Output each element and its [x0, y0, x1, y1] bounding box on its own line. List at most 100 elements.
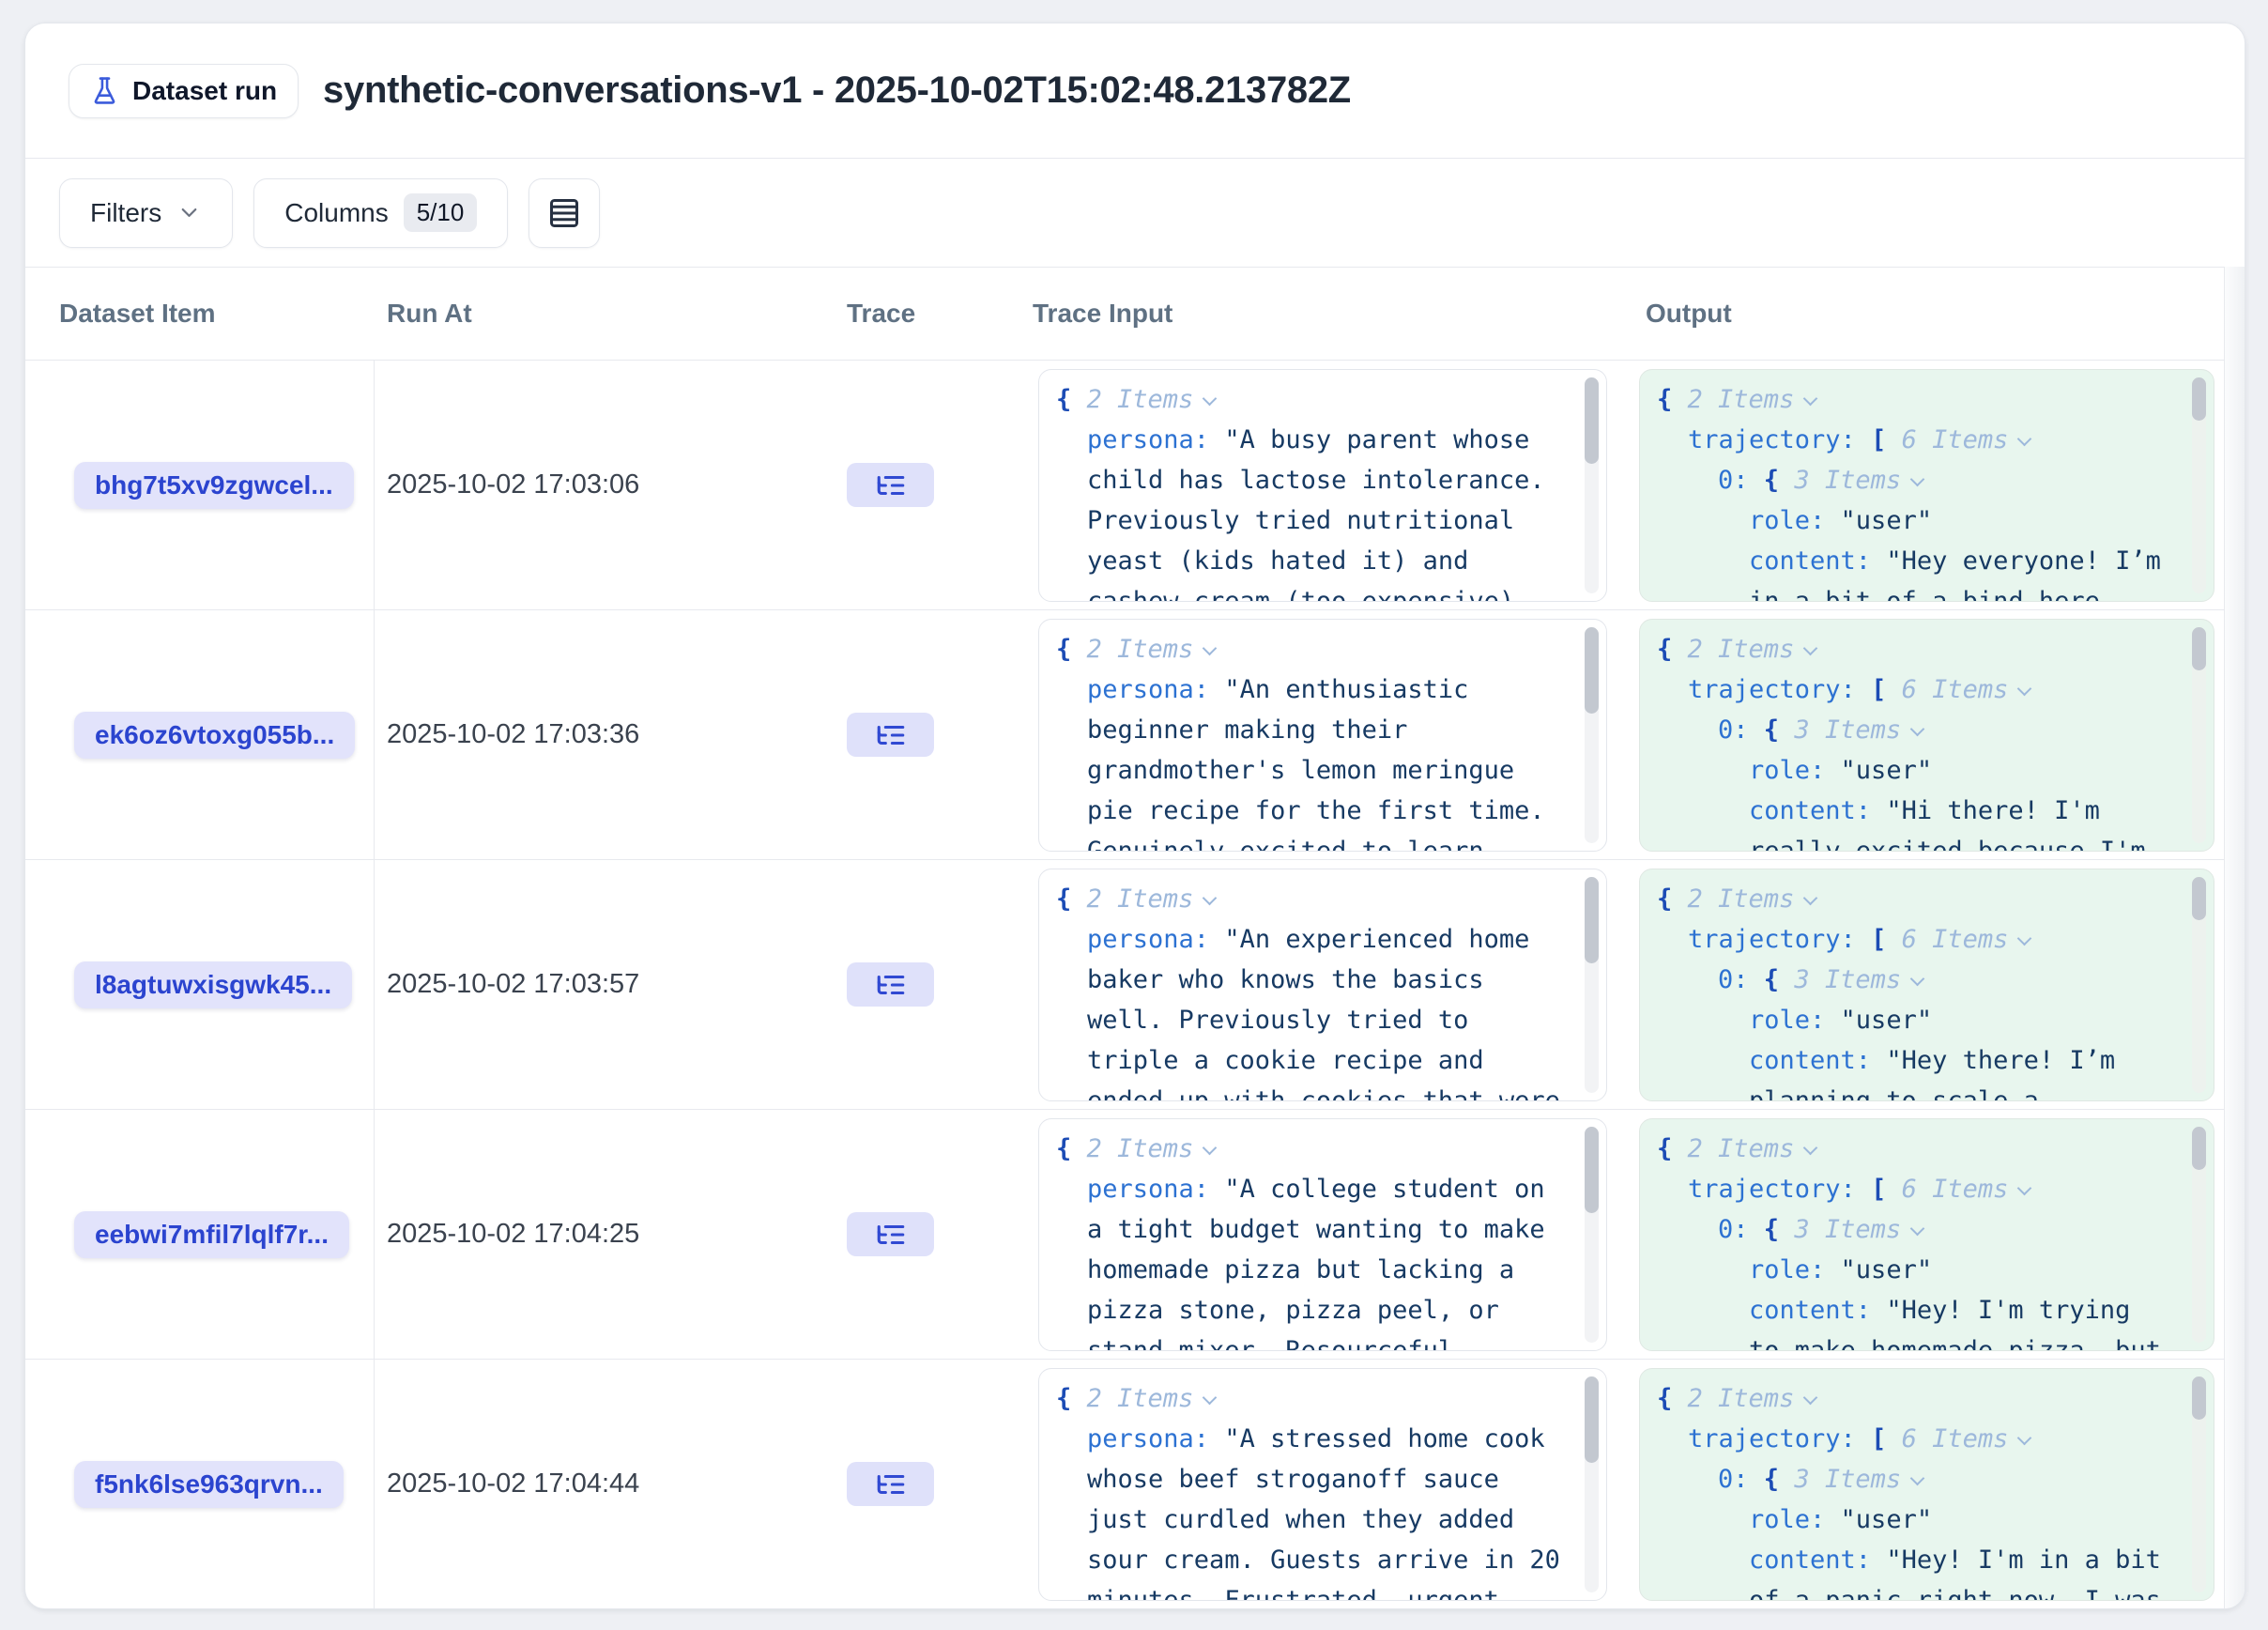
trace-cell — [845, 860, 1027, 1109]
items-collapse-toggle[interactable]: 2 Items — [1087, 1134, 1194, 1163]
chevron-down-icon[interactable] — [1203, 391, 1218, 406]
output-json-panel[interactable]: { 2 Items trajectory: [ 6 Items 0: { 3 I… — [1639, 1368, 2214, 1601]
items-collapse-toggle[interactable]: 6 Items — [1902, 425, 2009, 454]
run-at-cell: 2025-10-02 17:04:44 — [375, 1360, 845, 1608]
trace-input-json-panel[interactable]: { 2 Items persona: "A college student on… — [1038, 1118, 1607, 1351]
dataset-item-link[interactable]: f5nk6lse963qrvn... — [74, 1461, 344, 1508]
panel-scrollbar[interactable] — [2192, 877, 2206, 1093]
trace-button[interactable] — [847, 1462, 934, 1506]
chevron-down-icon[interactable] — [1803, 890, 1818, 905]
items-collapse-toggle[interactable]: 2 Items — [1087, 635, 1194, 664]
trace-input-json-panel[interactable]: { 2 Items persona: "A busy parent whose … — [1038, 369, 1607, 602]
dataset-item-link[interactable]: l8agtuwxisgwk45... — [74, 961, 352, 1008]
chevron-down-icon[interactable] — [1803, 640, 1818, 655]
output-json-panel[interactable]: { 2 Items trajectory: [ 6 Items 0: { 3 I… — [1639, 1118, 2214, 1351]
items-collapse-toggle[interactable]: 2 Items — [1688, 1384, 1795, 1413]
chevron-down-icon[interactable] — [1203, 1390, 1218, 1405]
panel-scrollbar[interactable] — [1585, 377, 1599, 593]
columns-button[interactable]: Columns 5/10 — [253, 178, 508, 248]
dataset-item-link[interactable]: eebwi7mfil7lqlf7r... — [74, 1211, 349, 1258]
scrollbar-thumb[interactable] — [1585, 1376, 1599, 1463]
panel-scrollbar[interactable] — [2192, 377, 2206, 593]
filters-button[interactable]: Filters — [59, 178, 233, 248]
panel-scrollbar[interactable] — [2192, 627, 2206, 843]
scrollbar-thumb[interactable] — [2192, 377, 2206, 421]
scrollbar-thumb[interactable] — [1585, 627, 1599, 714]
json-key: persona: — [1087, 675, 1209, 704]
chevron-down-icon[interactable] — [1803, 1140, 1818, 1155]
json-trajectory-entry: trajectory: [ 6 Items — [1657, 669, 2171, 710]
chevron-down-icon[interactable] — [1203, 1140, 1218, 1155]
trace-cell — [845, 361, 1027, 609]
chevron-down-icon[interactable] — [1910, 1221, 1925, 1236]
panel-scrollbar[interactable] — [1585, 877, 1599, 1093]
trace-input-cell: { 2 Items persona: "A stressed home cook… — [1027, 1360, 1628, 1608]
items-collapse-toggle[interactable]: 3 Items — [1794, 965, 1901, 994]
panel-scrollbar[interactable] — [1585, 1376, 1599, 1592]
items-collapse-toggle[interactable]: 6 Items — [1902, 925, 2009, 954]
json-persona-entry: persona: "An enthusiastic beginner makin… — [1056, 669, 1566, 852]
output-json-panel[interactable]: { 2 Items trajectory: [ 6 Items 0: { 3 I… — [1639, 869, 2214, 1101]
items-collapse-toggle[interactable]: 3 Items — [1794, 1215, 1901, 1244]
trace-button[interactable] — [847, 962, 934, 1007]
dataset-item-link[interactable]: bhg7t5xv9zgwcel... — [74, 462, 354, 509]
json-key: 0: — [1718, 1215, 1749, 1244]
chevron-down-icon[interactable] — [1910, 1470, 1925, 1485]
scrollbar-thumb[interactable] — [2192, 627, 2206, 670]
trace-input-json-panel[interactable]: { 2 Items persona: "An experienced home … — [1038, 869, 1607, 1101]
chevron-down-icon[interactable] — [1803, 391, 1818, 406]
items-collapse-toggle[interactable]: 6 Items — [1902, 1424, 2009, 1453]
items-collapse-toggle[interactable]: 2 Items — [1087, 385, 1194, 414]
rows-icon — [547, 196, 581, 230]
items-collapse-toggle[interactable]: 3 Items — [1794, 715, 1901, 745]
items-collapse-toggle[interactable]: 6 Items — [1902, 1175, 2009, 1204]
chevron-down-icon[interactable] — [1910, 971, 1925, 986]
panel-scrollbar[interactable] — [1585, 1127, 1599, 1343]
items-collapse-toggle[interactable]: 2 Items — [1688, 635, 1795, 664]
json-persona-entry: persona: "An experienced home baker who … — [1056, 919, 1566, 1101]
items-collapse-toggle[interactable]: 3 Items — [1794, 1465, 1901, 1494]
scrollbar-thumb[interactable] — [1585, 877, 1599, 963]
chevron-down-icon[interactable] — [2017, 930, 2032, 946]
chevron-down-icon[interactable] — [2017, 681, 2032, 696]
output-json-panel[interactable]: { 2 Items trajectory: [ 6 Items 0: { 3 I… — [1639, 619, 2214, 852]
items-collapse-toggle[interactable]: 2 Items — [1688, 884, 1795, 914]
chevron-down-icon[interactable] — [2017, 1180, 2032, 1195]
row-height-button[interactable] — [529, 178, 600, 248]
scrollbar-thumb[interactable] — [2192, 1127, 2206, 1170]
chevron-down-icon[interactable] — [2017, 431, 2032, 446]
chevron-down-icon[interactable] — [1910, 471, 1925, 486]
output-json-panel[interactable]: { 2 Items trajectory: [ 6 Items 0: { 3 I… — [1639, 369, 2214, 602]
trace-cell — [845, 1110, 1027, 1359]
scrollbar-thumb[interactable] — [2192, 877, 2206, 920]
items-collapse-toggle[interactable]: 3 Items — [1794, 466, 1901, 495]
trace-button[interactable] — [847, 1212, 934, 1256]
json-trajectory-entry: trajectory: [ 6 Items — [1657, 1419, 2171, 1459]
dataset-item-cell: ek6oz6vtoxg055b... — [25, 610, 375, 859]
chevron-down-icon[interactable] — [1910, 721, 1925, 736]
chevron-down-icon[interactable] — [1203, 640, 1218, 655]
trace-input-json-panel[interactable]: { 2 Items persona: "A stressed home cook… — [1038, 1368, 1607, 1601]
panel-scrollbar[interactable] — [1585, 627, 1599, 843]
chevron-down-icon[interactable] — [1203, 890, 1218, 905]
scrollbar-thumb[interactable] — [1585, 377, 1599, 464]
chevron-down-icon[interactable] — [1803, 1390, 1818, 1405]
scrollbar-thumb[interactable] — [2192, 1376, 2206, 1420]
trace-input-json-panel[interactable]: { 2 Items persona: "An enthusiastic begi… — [1038, 619, 1607, 852]
chevron-down-icon[interactable] — [2017, 1430, 2032, 1445]
scrollbar-thumb[interactable] — [1585, 1127, 1599, 1213]
trace-button[interactable] — [847, 463, 934, 507]
items-collapse-toggle[interactable]: 2 Items — [1087, 1384, 1194, 1413]
items-collapse-toggle[interactable]: 2 Items — [1688, 1134, 1795, 1163]
trace-button[interactable] — [847, 713, 934, 757]
panel-scrollbar[interactable] — [2192, 1376, 2206, 1592]
table-vertical-scrollbar[interactable] — [2224, 267, 2245, 1608]
items-collapse-toggle[interactable]: 2 Items — [1087, 884, 1194, 914]
items-collapse-toggle[interactable]: 2 Items — [1688, 385, 1795, 414]
dataset-item-link[interactable]: ek6oz6vtoxg055b... — [74, 712, 355, 759]
columns-count-badge: 5/10 — [404, 193, 478, 232]
items-collapse-toggle[interactable]: 6 Items — [1902, 675, 2009, 704]
json-key: 0: — [1718, 715, 1749, 745]
panel-scrollbar[interactable] — [2192, 1127, 2206, 1343]
json-key: 0: — [1718, 466, 1749, 495]
